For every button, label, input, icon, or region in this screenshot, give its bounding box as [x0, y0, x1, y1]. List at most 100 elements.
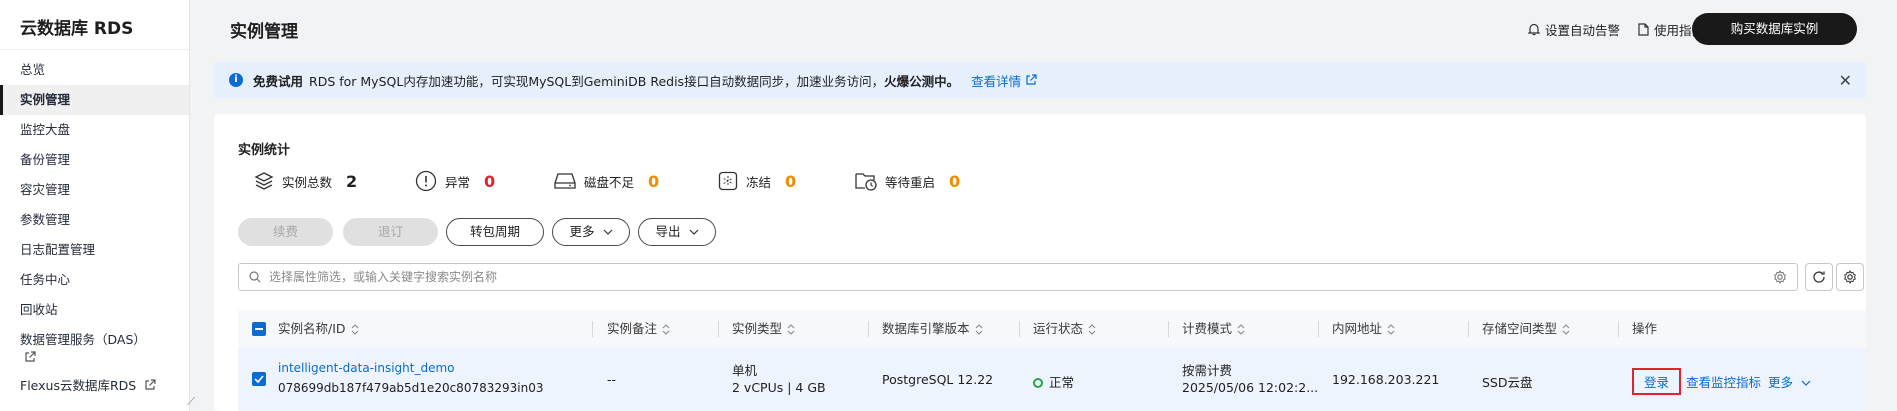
chevron-down-icon	[1801, 380, 1811, 386]
column-header-storage[interactable]: 存储空间类型	[1482, 310, 1570, 348]
column-header-billing[interactable]: 计费模式	[1182, 310, 1245, 348]
notice-details-label: 查看详情	[971, 73, 1022, 89]
stat-abnormal-label: 异常	[445, 174, 471, 190]
renew-button[interactable]: 续费	[238, 218, 333, 246]
instance-type: 单机	[732, 363, 758, 378]
column-separator	[1318, 321, 1319, 337]
column-header-remark-label: 实例备注	[607, 321, 658, 336]
stat-pending-restart[interactable]: 等待重启 0	[855, 166, 960, 196]
sidebar-item-parameters[interactable]: 参数管理	[0, 205, 189, 235]
sort-icon	[1387, 324, 1395, 335]
sidebar-item-monitor-dashboard[interactable]: 监控大盘	[0, 115, 189, 145]
stat-abnormal[interactable]: 异常 0	[415, 166, 495, 196]
stat-disk-low[interactable]: 磁盘不足 0	[554, 166, 659, 196]
export-button[interactable]: 导出	[638, 218, 716, 246]
settings-icon[interactable]	[1773, 270, 1787, 284]
sidebar-item-log-config[interactable]: 日志配置管理	[0, 235, 189, 265]
sidebar-item-recycle-bin[interactable]: 回收站	[0, 295, 189, 325]
stat-disk-low-value: 0	[648, 171, 660, 191]
stat-abnormal-value: 0	[484, 171, 496, 191]
export-label: 导出	[655, 224, 681, 239]
bell-icon	[1528, 23, 1540, 36]
row-checkbox[interactable]	[252, 372, 266, 386]
stat-total-label: 实例总数	[282, 174, 333, 190]
column-header-remark[interactable]: 实例备注	[607, 310, 670, 348]
column-header-ip[interactable]: 内网地址	[1332, 310, 1395, 348]
column-header-type[interactable]: 实例类型	[732, 310, 795, 348]
table-header: 实例名称/ID 实例备注 实例类型 数据库引擎版本 运行状态 计费模式 内网地址…	[238, 310, 1866, 348]
chevron-down-icon	[603, 229, 612, 235]
column-header-actions: 操作	[1632, 321, 1658, 336]
stat-frozen[interactable]: 冻结 0	[718, 166, 796, 196]
stat-frozen-value: 0	[785, 171, 797, 191]
column-header-storage-label: 存储空间类型	[1482, 321, 1558, 336]
column-separator	[1618, 321, 1619, 337]
column-header-type-label: 实例类型	[732, 321, 783, 336]
sort-icon	[662, 324, 670, 335]
change-to-yearly-button[interactable]: 转包周期	[446, 218, 544, 246]
sidebar-item-backup[interactable]: 备份管理	[0, 145, 189, 175]
sort-icon	[975, 324, 982, 335]
sidebar: 云数据库 RDS 总览 实例管理 监控大盘 备份管理 容灾管理 参数管理 日志配…	[0, 0, 195, 411]
select-all-checkbox[interactable]	[252, 322, 266, 336]
instance-name-link[interactable]: intelligent-data-insight_demo	[278, 361, 455, 375]
sidebar-item-task-center[interactable]: 任务中心	[0, 265, 189, 295]
sidebar-item-overview[interactable]: 总览	[0, 55, 189, 85]
chevron-down-icon	[689, 229, 698, 235]
instance-id: 078699db187f479ab5d1e20c80783293in03	[278, 381, 544, 395]
buy-instance-button[interactable]: 购买数据库实例	[1692, 13, 1857, 45]
unsubscribe-button[interactable]: 退订	[343, 218, 438, 246]
view-metrics-link[interactable]: 查看监控指标	[1686, 372, 1761, 391]
stat-pending-restart-label: 等待重启	[885, 174, 936, 190]
row-more-label: 更多	[1768, 375, 1794, 390]
filter-search-bar[interactable]	[238, 263, 1798, 291]
sidebar-collapse-icon[interactable]: ⟋	[187, 395, 195, 409]
search-input[interactable]	[269, 270, 1669, 284]
sidebar-item-disaster-recovery[interactable]: 容灾管理	[0, 175, 189, 205]
close-icon[interactable]: ✕	[1839, 71, 1852, 90]
instance-panel: 实例统计 实例总数 2 异常 0 磁盘不足 0 冻结 0 等待重启 0 续费 退…	[214, 114, 1866, 411]
stat-total[interactable]: 实例总数 2	[254, 166, 357, 196]
notice-banner: i 免费试用 RDS for MySQL内存加速功能，可实现MySQL到Gemi…	[214, 62, 1866, 98]
table-row[interactable]: intelligent-data-insight_demo 078699db18…	[238, 348, 1866, 411]
sort-icon	[351, 324, 358, 335]
sort-icon	[1088, 324, 1096, 335]
sidebar-title: 云数据库 RDS	[0, 0, 189, 50]
sidebar-item-flexus-label: Flexus云数据库RDS	[20, 378, 137, 393]
sidebar-item-das[interactable]: 数据管理服务（DAS）	[0, 325, 189, 371]
set-alarm-link[interactable]: 设置自动告警	[1528, 20, 1620, 39]
column-header-name[interactable]: 实例名称/ID	[278, 310, 359, 348]
column-separator	[1468, 321, 1469, 337]
column-header-status-label: 运行状态	[1033, 321, 1084, 336]
table-settings-button[interactable]	[1836, 263, 1864, 291]
column-header-ip-label: 内网地址	[1332, 321, 1383, 336]
page-header: 实例管理 设置自动告警 使用指南 购买数据库实例	[190, 0, 1897, 56]
refresh-button[interactable]	[1805, 263, 1833, 291]
notice-bold-prefix: 免费试用	[253, 73, 304, 89]
search-icon	[249, 271, 261, 283]
instance-remark: --	[607, 372, 617, 387]
column-separator	[592, 321, 593, 337]
column-header-engine[interactable]: 数据库引擎版本	[882, 310, 983, 348]
row-more-actions[interactable]: 更多	[1768, 372, 1811, 391]
instance-spec: 2 vCPUs | 4 GB	[732, 380, 826, 395]
sort-icon	[1237, 324, 1245, 335]
stat-disk-low-label: 磁盘不足	[584, 174, 635, 190]
sidebar-item-flexus[interactable]: Flexus云数据库RDS	[0, 371, 189, 401]
sidebar-item-instances[interactable]: 实例管理	[0, 85, 189, 115]
stat-total-value: 2	[346, 171, 358, 191]
column-header-status[interactable]: 运行状态	[1033, 310, 1096, 348]
notice-details-link[interactable]: 查看详情	[971, 71, 1037, 90]
stats-title: 实例统计	[238, 143, 291, 158]
more-actions-label: 更多	[569, 224, 595, 239]
column-header-billing-label: 计费模式	[1182, 321, 1233, 336]
column-separator	[868, 321, 869, 337]
set-alarm-label: 设置自动告警	[1545, 23, 1621, 38]
more-actions-button[interactable]: 更多	[552, 218, 630, 246]
column-separator	[1019, 321, 1020, 337]
gear-icon	[1844, 270, 1856, 284]
notice-bold-suffix: 火爆公测中。	[884, 73, 960, 89]
login-button[interactable]: 登录	[1632, 368, 1682, 395]
storage-type: SSD云盘	[1482, 375, 1533, 390]
status-ok-icon	[1033, 378, 1043, 388]
